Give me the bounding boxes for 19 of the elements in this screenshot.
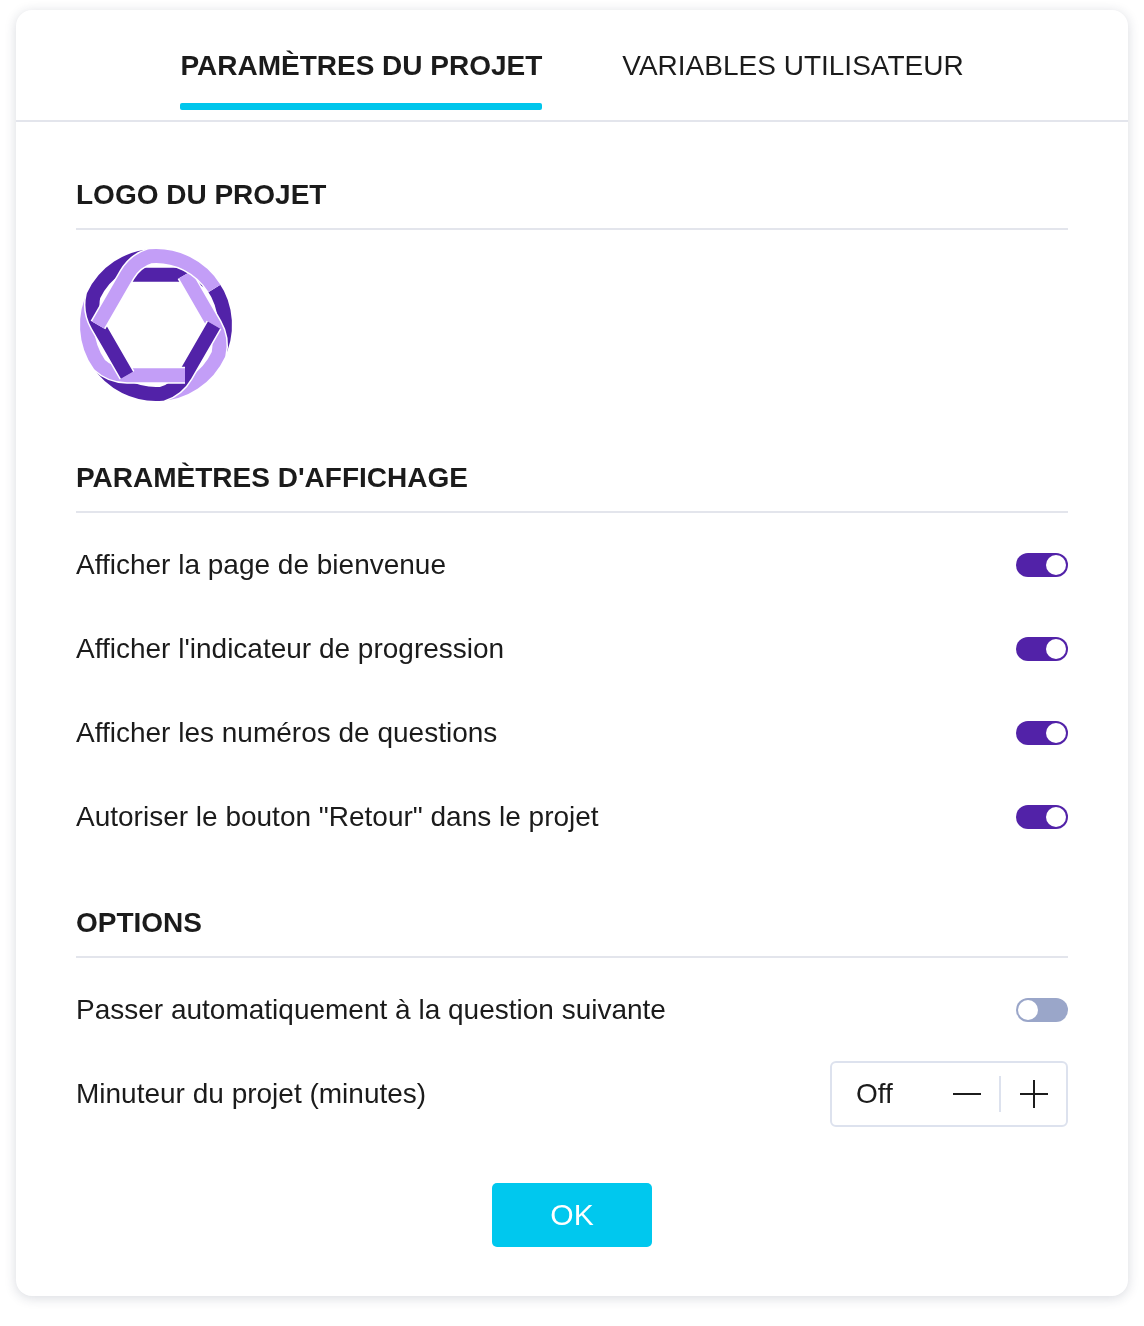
section-heading: OPTIONS [76,908,202,938]
setting-label: Passer automatiquement à la question suivante [76,994,666,1026]
setting-label: Afficher les numéros de questions [76,717,498,749]
toggle-switch[interactable] [1016,998,1068,1022]
section-heading: PARAMÈTRES D'AFFICHAGE [76,463,468,493]
minus-icon [952,1093,981,1095]
toggle-switch[interactable] [1016,721,1068,745]
tab[interactable]: PARAMÈTRES DU PROJET [180,46,543,110]
tab[interactable]: VARIABLES UTILISATEUR [622,46,964,110]
timer-value: Off [856,1078,894,1110]
toggle-switch[interactable] [1016,553,1068,577]
toggle-switch[interactable] [1016,805,1068,829]
setting-label: Autoriser le bouton "Retour" dans le projet [76,801,599,833]
setting-label: Afficher l'indicateur de progression [76,633,505,665]
setting-label: Afficher la page de bienvenue [76,549,446,581]
toggle-switch[interactable] [1016,637,1068,661]
setting-label: Minuteur du projet (minutes) [76,1078,427,1110]
section-heading: LOGO DU PROJET [76,180,327,210]
plus-icon [1019,1080,1048,1108]
